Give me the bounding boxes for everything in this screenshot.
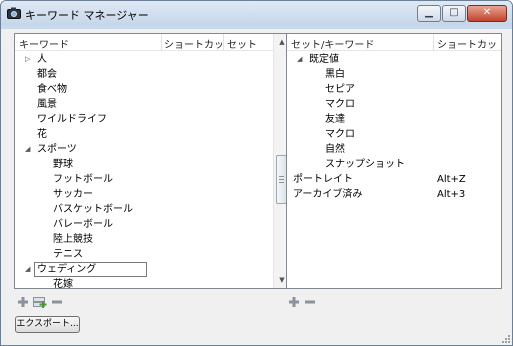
row-label: 既定値 — [309, 54, 339, 65]
column-header-shortcut[interactable]: ショートカッ — [437, 36, 499, 51]
row-label: 都会 — [37, 69, 57, 80]
left-tree-row[interactable]: テニス — [15, 247, 289, 262]
resize-grip-icon[interactable] — [502, 335, 511, 344]
left-tree-row[interactable]: バスケットボール — [15, 202, 289, 217]
column-header-set[interactable]: セット — [227, 36, 267, 51]
keyword-list-header: キーワード ショートカッ セット — [15, 34, 289, 51]
right-tree-row[interactable]: 友達 — [287, 112, 501, 127]
row-label: テニス — [53, 249, 83, 260]
grip-icon — [279, 176, 284, 183]
left-tree-row[interactable]: ▷ 人 — [15, 52, 289, 67]
row-label: 陸上競技 — [53, 234, 93, 245]
column-header-keyword[interactable]: キーワード — [19, 36, 159, 51]
column-divider[interactable] — [223, 34, 224, 51]
row-label: スポーツ — [37, 144, 77, 155]
left-tree-row[interactable]: ◢ スポーツ — [15, 142, 289, 157]
right-tree-row[interactable]: ◢ 既定値 — [287, 52, 501, 67]
close-button[interactable]: ✕ — [467, 5, 507, 22]
row-label: ウェディング — [37, 264, 97, 275]
export-button[interactable]: エクスポート... — [15, 316, 80, 333]
row-shortcut: Alt+Z — [437, 174, 466, 185]
keyword-set-tree: ◢ 既定値 黒白 セピア マクロ 友達 マクロ 自然 スナップショット ポートレイト Alt+Z アー… — [287, 52, 501, 202]
collapse-arrow-icon[interactable]: ◢ — [25, 262, 30, 277]
left-tree-row[interactable]: 都会 — [15, 67, 289, 82]
title-bar[interactable]: キーワード マネージャー ▁ □ ✕ — [1, 1, 512, 25]
column-header-set-keyword[interactable]: セット/キーワード — [291, 36, 431, 51]
row-label: バスケットボール — [53, 204, 133, 215]
right-tree-row[interactable]: スナップショット — [287, 157, 501, 172]
row-label: 自然 — [325, 144, 345, 155]
keyword-set-pane[interactable]: セット/キーワード ショートカッ ◢ 既定値 黒白 セピア マクロ 友達 マクロ 自然 スナップ… — [286, 33, 502, 289]
row-label: 人 — [37, 54, 47, 65]
left-tree-row[interactable]: 花嫁 — [15, 277, 289, 289]
row-label: 花 — [37, 129, 47, 140]
row-label: マクロ — [325, 129, 355, 140]
right-tree-row[interactable]: マクロ — [287, 127, 501, 142]
minimize-icon: ▁ — [425, 7, 433, 18]
row-label: セピア — [325, 84, 355, 95]
right-tree-row[interactable]: ポートレイト Alt+Z — [287, 172, 501, 187]
row-label: マクロ — [325, 99, 355, 110]
window-title: キーワード マネージャー — [25, 9, 149, 22]
right-tree-row[interactable]: 自然 — [287, 142, 501, 157]
right-tree-row[interactable]: アーカイブ済み Alt+3 — [287, 187, 501, 202]
minus-icon[interactable] — [51, 296, 63, 308]
row-label: フットボール — [53, 174, 113, 185]
row-label: サッカー — [53, 189, 93, 200]
close-icon: ✕ — [482, 7, 492, 18]
column-header-shortcut[interactable]: ショートカッ — [164, 36, 222, 51]
row-label: アーカイブ済み — [293, 189, 363, 200]
left-tree-row[interactable]: ワイルドライフ — [15, 112, 289, 127]
left-tree-row[interactable]: 風景 — [15, 97, 289, 112]
row-label: バレーボール — [53, 219, 113, 230]
right-tree-row[interactable]: セピア — [287, 82, 501, 97]
minimize-button[interactable]: ▁ — [417, 5, 441, 22]
collapse-arrow-icon[interactable]: ◢ — [297, 52, 302, 67]
keyword-set-header: セット/キーワード ショートカッ — [287, 34, 501, 51]
plus-icon[interactable] — [288, 296, 300, 308]
left-tree-row[interactable]: バレーボール — [15, 217, 289, 232]
collapse-arrow-icon[interactable]: ◢ — [25, 142, 30, 157]
row-label: 食べ物 — [37, 84, 67, 95]
keyword-manager-window: キーワード マネージャー ▁ □ ✕ キーワード ショートカッ セット ▷ 人都会… — [0, 0, 513, 346]
row-label: 野球 — [53, 159, 73, 170]
window-controls: ▁ □ ✕ — [416, 5, 507, 22]
left-tree-row[interactable]: 野球 — [15, 157, 289, 172]
row-label: スナップショット — [325, 159, 405, 170]
camera-icon — [7, 7, 21, 19]
left-tree-row[interactable]: 食べ物 — [15, 82, 289, 97]
left-tree-row[interactable]: フットボール — [15, 172, 289, 187]
row-label: ワイルドライフ — [37, 114, 107, 125]
column-divider[interactable] — [161, 34, 162, 51]
maximize-button[interactable]: □ — [442, 5, 466, 22]
maximize-icon: □ — [449, 7, 459, 18]
plus-icon[interactable] — [17, 296, 29, 308]
keyword-set-toolbar — [288, 296, 318, 308]
column-divider[interactable] — [433, 34, 434, 51]
minus-icon[interactable] — [304, 296, 316, 308]
left-tree-row[interactable]: 陸上競技 — [15, 232, 289, 247]
expand-arrow-icon[interactable]: ▷ — [25, 52, 30, 67]
right-tree-row[interactable]: 黒白 — [287, 67, 501, 82]
row-label: 花嫁 — [53, 279, 73, 289]
left-tree-row[interactable]: 花 — [15, 127, 289, 142]
keyword-toolbar — [17, 296, 65, 308]
client-area: キーワード ショートカッ セット ▷ 人都会 食べ物 風景 ワイルドライフ花 ◢ スポーツ野… — [7, 29, 506, 341]
row-shortcut: Alt+3 — [437, 189, 466, 200]
keyword-tree: ▷ 人都会 食べ物 風景 ワイルドライフ花 ◢ スポーツ 野球 フットボール サッカー バスケットボ… — [15, 52, 289, 289]
keyword-tree-pane[interactable]: キーワード ショートカッ セット ▷ 人都会 食べ物 風景 ワイルドライフ花 ◢ スポーツ野… — [14, 33, 290, 289]
right-tree-row[interactable]: マクロ — [287, 97, 501, 112]
add-set-icon[interactable] — [33, 296, 47, 308]
left-tree-row[interactable]: サッカー — [15, 187, 289, 202]
row-label: 友達 — [325, 114, 345, 125]
left-tree-row[interactable]: ◢ ウェディング — [15, 262, 289, 277]
row-label: ポートレイト — [293, 174, 353, 185]
row-label: 黒白 — [325, 69, 345, 80]
row-label: 風景 — [37, 99, 57, 110]
